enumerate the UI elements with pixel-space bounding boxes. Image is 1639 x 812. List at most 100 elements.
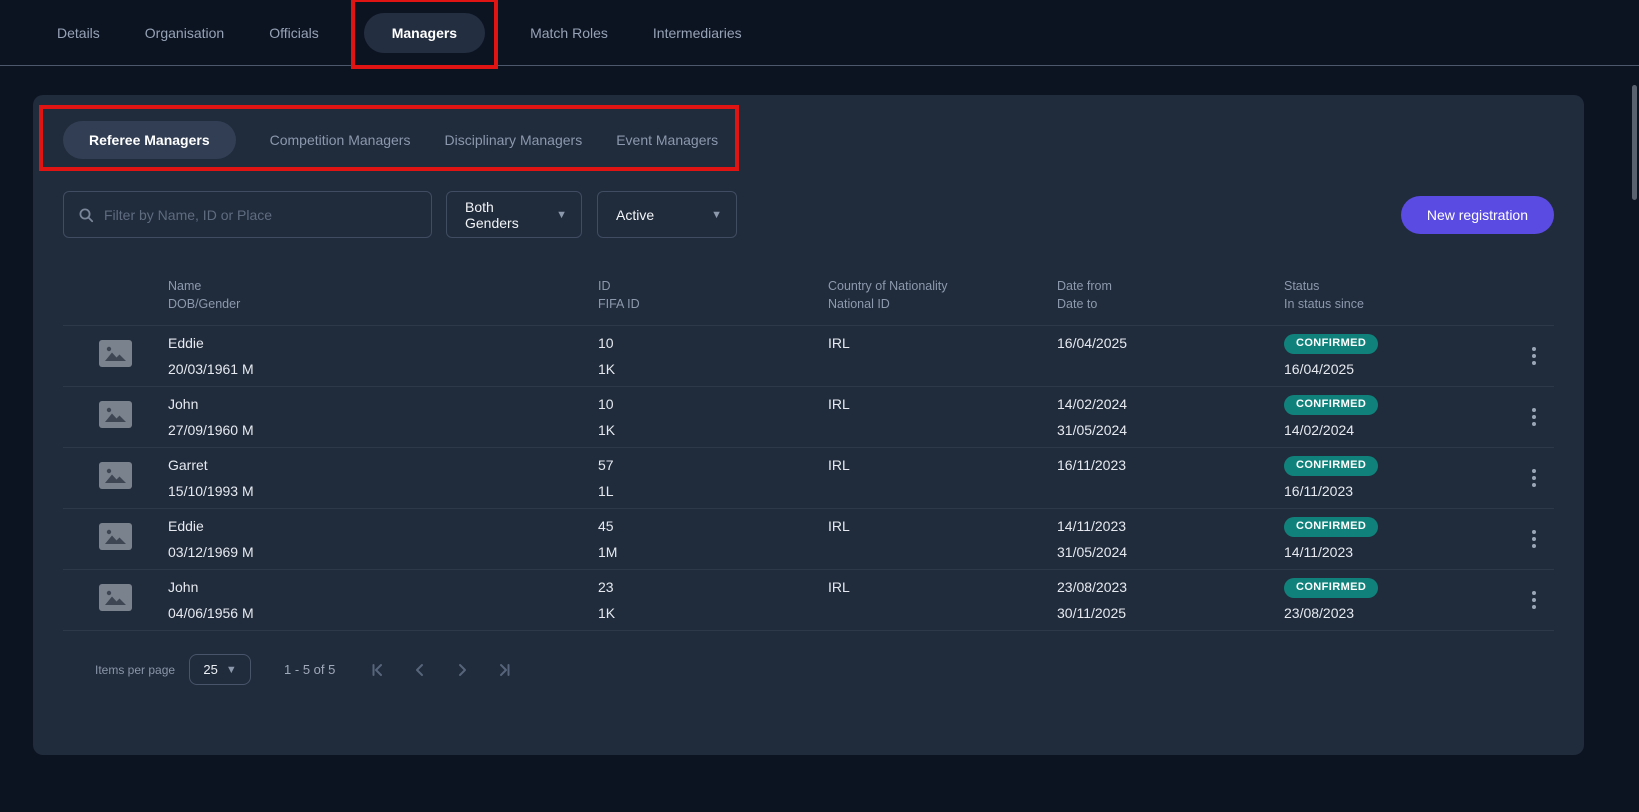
table-row[interactable]: Eddie 03/12/1969 M 45 1M IRL 14/11/2023 …	[63, 508, 1554, 569]
pagination-range: 1 - 5 of 5	[284, 662, 335, 677]
header-name: NameDOB/Gender	[168, 278, 598, 313]
national-id	[828, 539, 1057, 565]
manager-fifa-id: 1K	[598, 417, 828, 443]
pager-buttons	[365, 657, 517, 683]
country-cell: IRL	[828, 513, 1057, 565]
status-cell: CONFIRMED 16/04/2025	[1284, 330, 1514, 382]
header-country: Country of NationalityNational ID	[828, 278, 1057, 313]
table-row[interactable]: John 27/09/1960 M 10 1K IRL 14/02/2024 3…	[63, 386, 1554, 447]
tab-officials[interactable]: Officials	[269, 25, 319, 41]
table-row[interactable]: Eddie 20/03/1961 M 10 1K IRL 16/04/2025 …	[63, 325, 1554, 386]
subtab-competition-managers[interactable]: Competition Managers	[270, 132, 411, 148]
row-menu-kebab-icon[interactable]	[1524, 524, 1544, 554]
row-menu-kebab-icon[interactable]	[1524, 463, 1544, 493]
date-to: 31/05/2024	[1057, 539, 1284, 565]
in-status-since: 14/11/2023	[1284, 539, 1514, 565]
date-to	[1057, 356, 1284, 382]
dates-cell: 14/02/2024 31/05/2024	[1057, 391, 1284, 443]
tab-intermediaries[interactable]: Intermediaries	[653, 25, 742, 41]
header-actions-spacer	[1514, 278, 1554, 313]
header-dates: Date fromDate to	[1057, 278, 1284, 313]
id-cell: 10 1K	[598, 391, 828, 443]
country-cell: IRL	[828, 574, 1057, 626]
country-of-nationality: IRL	[828, 391, 1057, 417]
pagination-bar: Items per page 25 ▼ 1 - 5 of 5	[63, 631, 1554, 685]
first-page-icon[interactable]	[365, 657, 391, 683]
manager-name: Garret	[168, 452, 598, 478]
date-to: 30/11/2025	[1057, 600, 1284, 626]
image-placeholder-icon	[99, 340, 132, 367]
row-menu-kebab-icon[interactable]	[1524, 341, 1544, 371]
header-spacer	[63, 278, 168, 313]
new-registration-button[interactable]: New registration	[1401, 196, 1554, 234]
status-badge: CONFIRMED	[1284, 395, 1378, 415]
search-input[interactable]	[104, 207, 417, 223]
image-placeholder-icon	[99, 584, 132, 611]
image-placeholder-icon	[99, 401, 132, 428]
date-from: 23/08/2023	[1057, 574, 1284, 600]
date-to	[1057, 478, 1284, 504]
country-of-nationality: IRL	[828, 574, 1057, 600]
status-badge: CONFIRMED	[1284, 456, 1378, 476]
tab-organisation[interactable]: Organisation	[145, 25, 224, 41]
status-badge: CONFIRMED	[1284, 517, 1378, 537]
vertical-scrollbar[interactable]	[1632, 85, 1637, 200]
manager-name: John	[168, 391, 598, 417]
subtabs-row: Referee Managers Competition Managers Di…	[33, 95, 1584, 159]
gender-select[interactable]: Both Genders ▼	[446, 191, 582, 238]
manager-id: 10	[598, 391, 828, 417]
items-per-page-label: Items per page	[95, 663, 175, 677]
name-cell: Eddie 20/03/1961 M	[168, 330, 598, 382]
previous-page-icon[interactable]	[407, 657, 433, 683]
status-cell: CONFIRMED 16/11/2023	[1284, 452, 1514, 504]
national-id	[828, 417, 1057, 443]
date-from: 14/11/2023	[1057, 513, 1284, 539]
subtab-event-managers[interactable]: Event Managers	[616, 132, 718, 148]
status-select[interactable]: Active ▼	[597, 191, 737, 238]
manager-dob-gender: 03/12/1969 M	[168, 539, 598, 565]
annotation-box-subtabs: Referee Managers Competition Managers Di…	[63, 121, 718, 159]
row-menu-kebab-icon[interactable]	[1524, 402, 1544, 432]
country-cell: IRL	[828, 330, 1057, 382]
tab-details[interactable]: Details	[57, 25, 100, 41]
national-id	[828, 478, 1057, 504]
top-nav: Details Organisation Officials Managers …	[0, 0, 1639, 66]
items-per-page-select[interactable]: 25 ▼	[189, 654, 251, 685]
dates-cell: 16/11/2023	[1057, 452, 1284, 504]
country-of-nationality: IRL	[828, 513, 1057, 539]
managers-panel: Referee Managers Competition Managers Di…	[33, 95, 1584, 755]
date-to: 31/05/2024	[1057, 417, 1284, 443]
next-page-icon[interactable]	[449, 657, 475, 683]
manager-id: 57	[598, 452, 828, 478]
chevron-down-icon: ▼	[556, 209, 567, 221]
date-from: 14/02/2024	[1057, 391, 1284, 417]
header-id: IDFIFA ID	[598, 278, 828, 313]
subtab-disciplinary-managers[interactable]: Disciplinary Managers	[444, 132, 582, 148]
status-badge: CONFIRMED	[1284, 334, 1378, 354]
dates-cell: 23/08/2023 30/11/2025	[1057, 574, 1284, 626]
subtab-referee-managers[interactable]: Referee Managers	[63, 121, 236, 159]
chevron-down-icon: ▼	[711, 209, 722, 221]
dates-cell: 14/11/2023 31/05/2024	[1057, 513, 1284, 565]
status-select-value: Active	[616, 207, 654, 223]
tab-managers[interactable]: Managers	[364, 13, 485, 53]
image-placeholder-icon	[99, 462, 132, 489]
last-page-icon[interactable]	[491, 657, 517, 683]
manager-fifa-id: 1K	[598, 356, 828, 382]
items-per-page-value: 25	[203, 662, 217, 677]
avatar	[63, 462, 168, 494]
avatar	[63, 584, 168, 616]
avatar	[63, 340, 168, 372]
in-status-since: 16/11/2023	[1284, 478, 1514, 504]
table-row[interactable]: Garret 15/10/1993 M 57 1L IRL 16/11/2023…	[63, 447, 1554, 508]
tab-match-roles[interactable]: Match Roles	[530, 25, 608, 41]
search-box	[63, 191, 432, 238]
in-status-since: 23/08/2023	[1284, 600, 1514, 626]
id-cell: 45 1M	[598, 513, 828, 565]
manager-id: 10	[598, 330, 828, 356]
name-cell: John 27/09/1960 M	[168, 391, 598, 443]
table-row[interactable]: John 04/06/1956 M 23 1K IRL 23/08/2023 3…	[63, 569, 1554, 630]
status-badge: CONFIRMED	[1284, 578, 1378, 598]
row-menu-kebab-icon[interactable]	[1524, 585, 1544, 615]
name-cell: John 04/06/1956 M	[168, 574, 598, 626]
